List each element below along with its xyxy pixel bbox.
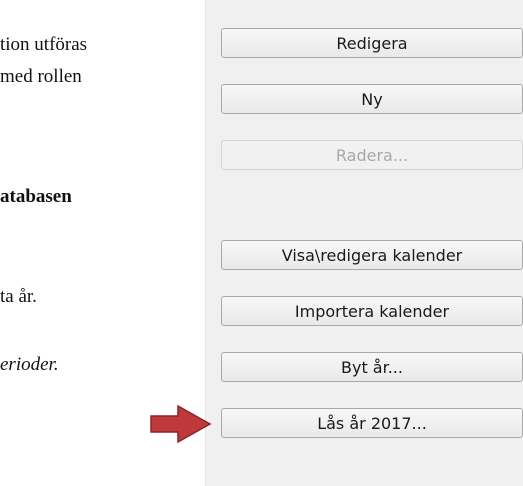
lock-year-button[interactable]: Lås år 2017...: [221, 408, 523, 438]
import-calendar-button[interactable]: Importera kalender: [221, 296, 523, 326]
new-button[interactable]: Ny: [221, 84, 523, 114]
delete-button: Radera...: [221, 140, 523, 170]
edit-button[interactable]: Redigera: [221, 28, 523, 58]
view-edit-calendar-button[interactable]: Visa\redigera kalender: [221, 240, 523, 270]
doc-text-line-3: ta år.: [0, 286, 37, 307]
doc-text-line-2: med rollen: [0, 66, 82, 87]
doc-heading-fragment: atabasen: [0, 186, 72, 207]
doc-text-line-1: tion utföras: [0, 34, 88, 55]
arrow-shape: [150, 404, 212, 444]
doc-text-line-4: erioder.: [0, 354, 59, 375]
change-year-button[interactable]: Byt år...: [221, 352, 523, 382]
